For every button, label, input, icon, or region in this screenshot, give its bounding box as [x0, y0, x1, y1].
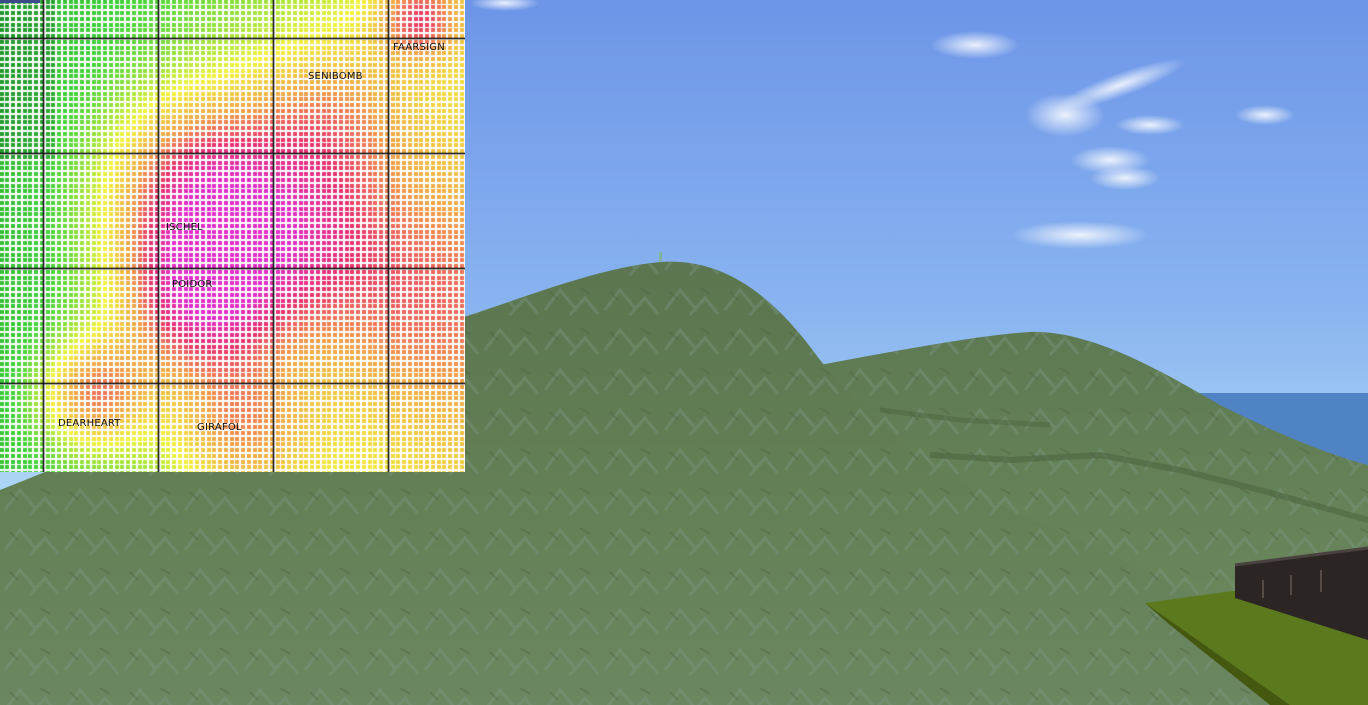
region-heightmap-overlay[interactable]: FAARSIGN SENIBOMB ISCHEL POIDOR DEARHEAR…: [0, 0, 465, 472]
region-label-senibomb[interactable]: SENIBOMB: [308, 71, 363, 82]
heightmap-grid: [0, 0, 465, 472]
map-corner-marker: [0, 0, 40, 3]
region-label-girafol[interactable]: GIRAFOL: [197, 422, 242, 433]
viewer-3d-viewport[interactable]: FAARSIGN SENIBOMB ISCHEL POIDOR DEARHEAR…: [0, 0, 1368, 705]
region-label-faarsign[interactable]: FAARSIGN: [393, 42, 445, 53]
region-label-ischel[interactable]: ISCHEL: [166, 222, 203, 233]
region-label-dearheart[interactable]: DEARHEART: [58, 418, 121, 429]
avatar-on-hilltop[interactable]: [659, 252, 662, 261]
region-label-poidor[interactable]: POIDOR: [172, 279, 213, 290]
